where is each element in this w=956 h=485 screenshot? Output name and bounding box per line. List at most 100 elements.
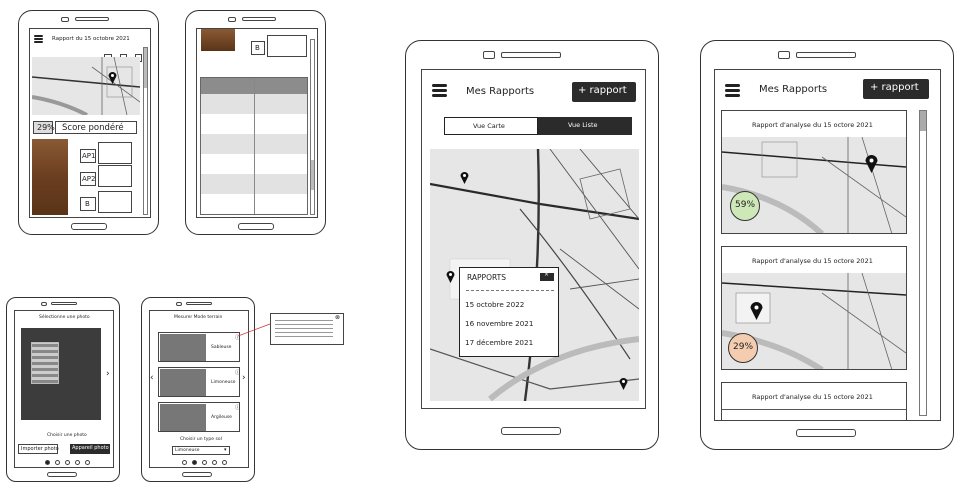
page-title: Mesurer Mode terrain — [174, 315, 223, 320]
soil-photo-with-chart — [21, 328, 101, 420]
page-title: Mes Rapports — [759, 84, 828, 95]
menu-icon[interactable] — [34, 35, 43, 43]
page-title: Sélectionne une photo — [39, 315, 90, 320]
horizon-ap1-notes — [98, 142, 132, 164]
map-pin-icon[interactable] — [108, 71, 117, 84]
horizon-ap1[interactable]: AP1 — [80, 149, 96, 163]
report-title: Rapport d'analyse du 15 octore 2021 — [752, 257, 873, 265]
phone6-screen: Mes Rapports + rapport Rapport d'analyse… — [714, 69, 941, 421]
tab-map-view[interactable]: Vue Carte — [444, 117, 538, 135]
soil-option-limoneuse[interactable]: Limoneuse ⓘ — [158, 367, 240, 397]
map-streets — [32, 57, 140, 115]
home-button[interactable] — [238, 223, 274, 230]
map-view[interactable] — [32, 57, 140, 115]
add-report-button[interactable]: + rapport — [863, 79, 929, 99]
home-button[interactable] — [796, 429, 856, 437]
scrollbar[interactable] — [310, 39, 315, 215]
pager-dot[interactable] — [75, 460, 80, 465]
page-title: Rapport du 15 octobre 2021 — [52, 36, 130, 42]
phone-photo-select: Sélectionne une photo › Choisir une phot… — [6, 297, 120, 482]
phone3-screen: Sélectionne une photo › Choisir une phot… — [14, 310, 114, 468]
soil-type-select[interactable]: Limoneuse ▾ — [172, 446, 230, 455]
soil-thumb — [160, 369, 206, 396]
next-arrow[interactable]: › — [106, 369, 110, 379]
prev-arrow[interactable]: ‹ — [150, 373, 154, 383]
horizon-b[interactable]: B — [251, 41, 265, 55]
info-icon[interactable]: ⓘ — [235, 369, 240, 376]
score-label-box: Score pondéré — [55, 121, 137, 134]
close-icon[interactable]: ⊗ — [335, 314, 340, 321]
soil-thumb — [160, 334, 206, 361]
menu-icon[interactable] — [432, 84, 447, 97]
home-button[interactable] — [47, 472, 77, 477]
pager-dot[interactable] — [85, 460, 90, 465]
report-link[interactable]: 16 novembre 2021 — [465, 319, 533, 328]
report-link[interactable]: 17 décembre 2021 — [465, 338, 533, 347]
camera-button[interactable]: Appareil photo — [70, 444, 110, 454]
scrollbar[interactable] — [919, 110, 927, 416]
camera-dot — [483, 51, 495, 59]
pager-dot-active[interactable] — [45, 460, 50, 465]
score-badge: 29% — [728, 333, 758, 363]
report-link[interactable]: 15 octobre 2022 — [465, 300, 524, 309]
horizon-ap2[interactable]: AP2 — [80, 172, 96, 186]
menu-icon[interactable] — [725, 84, 740, 97]
soil-option-sableuse[interactable]: Sableuse ⓘ — [158, 332, 240, 362]
phone-report-detail: Rapport du 15 octobre 2021 29% Score pon… — [18, 10, 159, 235]
map-pin-icon[interactable] — [619, 377, 628, 390]
map-view[interactable]: RAPPORTS × 15 octobre 2022 16 novembre 2… — [430, 149, 639, 401]
horizon-b[interactable]: B — [80, 197, 96, 211]
pager-dot-active[interactable] — [192, 460, 197, 465]
soil-option-argileuse[interactable]: Argileuse ⓘ — [158, 402, 240, 432]
close-icon: × — [544, 271, 550, 278]
horizon-ap2-notes — [98, 165, 132, 187]
report-card[interactable]: Rapport d'analyse du 15 octore 2021 — [721, 382, 907, 420]
soil-thumb — [160, 404, 206, 431]
map-pin-icon[interactable] — [446, 270, 455, 283]
next-arrow[interactable]: › — [242, 373, 246, 383]
soil-photo — [32, 139, 68, 215]
map-pin-icon[interactable] — [460, 171, 469, 184]
pager-dot[interactable] — [55, 460, 60, 465]
tooltip-text-lines — [275, 320, 333, 340]
phone-horizon-table: B — [185, 10, 326, 235]
report-card[interactable]: Rapport d'analyse du 15 octore 2021 59% — [721, 110, 907, 234]
camera-dot — [778, 51, 790, 59]
reports-popup: RAPPORTS × 15 octobre 2022 16 novembre 2… — [459, 267, 559, 357]
pager-dot[interactable] — [222, 460, 227, 465]
pager-dot[interactable] — [212, 460, 217, 465]
camera-dot — [61, 17, 69, 22]
close-popup-button[interactable]: × — [540, 271, 554, 281]
map-pin-icon[interactable] — [865, 154, 878, 173]
chevron-down-icon: ▾ — [224, 447, 227, 453]
tab-list-view[interactable]: Vue Liste — [538, 117, 632, 135]
info-icon[interactable]: ⓘ — [235, 404, 240, 411]
camera-dot — [228, 17, 236, 22]
score-badge: 29% — [33, 121, 55, 134]
popup-title: RAPPORTS — [467, 273, 506, 282]
add-report-button[interactable]: + rapport — [572, 82, 636, 102]
home-button[interactable] — [71, 223, 107, 230]
card-divider — [722, 409, 906, 410]
camera-dot — [176, 302, 182, 306]
pager-dot[interactable] — [182, 460, 187, 465]
speaker — [796, 52, 856, 58]
scrollbar[interactable] — [143, 47, 148, 215]
speaker — [75, 17, 109, 21]
phone1-screen: Rapport du 15 octobre 2021 29% Score pon… — [29, 28, 151, 218]
report-map: 29% — [722, 273, 906, 369]
home-button[interactable] — [182, 472, 212, 477]
report-map: 59% — [722, 137, 906, 233]
map-pin-icon[interactable] — [750, 301, 763, 320]
report-title: Rapport d'analyse du 15 octore 2021 — [752, 121, 873, 129]
pager-dot[interactable] — [65, 460, 70, 465]
report-card[interactable]: Rapport d'analyse du 15 octore 2021 29% — [721, 246, 907, 370]
prompt-label: Choisir une photo — [47, 433, 87, 438]
import-photo-button[interactable]: Importer photo — [18, 444, 59, 454]
home-button[interactable] — [501, 427, 561, 435]
score-badge: 59% — [730, 191, 760, 221]
pager-dot[interactable] — [202, 460, 207, 465]
phone2-screen: B — [196, 28, 318, 218]
horizon-b-notes — [98, 191, 132, 213]
prompt-label: Choisir un type sol — [180, 437, 222, 442]
